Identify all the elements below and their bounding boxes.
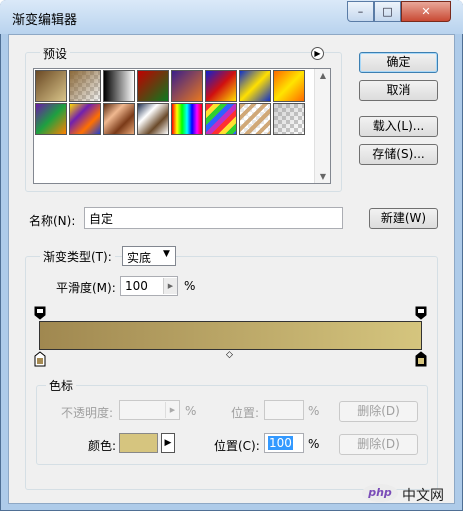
scroll-up-icon[interactable]: ▲ [315, 71, 331, 80]
load-button[interactable]: 载入(L)... [359, 116, 438, 137]
chevron-down-icon: ▼ [163, 249, 170, 259]
smoothness-stepper-icon[interactable]: ▶ [163, 278, 177, 294]
preset-swatch-violet-orange[interactable] [171, 70, 203, 102]
maximize-button[interactable]: □ [374, 1, 401, 22]
scroll-down-icon[interactable]: ▼ [315, 172, 331, 181]
watermark: php 中文网 [362, 480, 458, 508]
presets-menu-arrow-icon[interactable]: ▶ [311, 47, 324, 60]
delete-opacity-stop-button[interactable]: 删除(D) [339, 401, 418, 422]
watermark-brand: php [362, 484, 398, 502]
gradient-preview-bar[interactable] [39, 321, 422, 350]
preset-swatch-chrome[interactable] [137, 103, 169, 135]
presets-scrollbar[interactable]: ▲ ▼ [314, 69, 330, 183]
save-button[interactable]: 存储(S)... [359, 144, 438, 165]
smoothness-percent: % [184, 279, 196, 293]
ok-button[interactable]: 确定 [359, 52, 438, 73]
preset-swatch-neutral-density[interactable] [273, 103, 305, 135]
color-menu-arrow-icon[interactable]: ▶ [161, 433, 175, 453]
opacity-field[interactable]: ▶ [119, 400, 180, 420]
preset-swatch-violet-green-orange[interactable] [35, 103, 67, 135]
gradient-type-value: 实底 [127, 251, 152, 265]
minimize-button[interactable]: – [347, 1, 374, 22]
color-stop-end[interactable] [415, 351, 427, 370]
preset-swatch-black-white[interactable] [103, 70, 135, 102]
preset-swatch-blue-red-yellow[interactable] [205, 70, 237, 102]
preset-swatch-yellow-violet-orange-blue[interactable] [69, 103, 101, 135]
opacity-location-input[interactable] [264, 400, 304, 420]
opacity-label: 不透明度: [61, 406, 114, 420]
opacity-percent: % [185, 404, 197, 418]
preset-swatch-red-green[interactable] [137, 70, 169, 102]
preset-swatch-blue-yellow-blue[interactable] [239, 70, 271, 102]
color-location-input[interactable]: 100 [264, 433, 304, 453]
presets-list[interactable]: ▲ ▼ [33, 68, 331, 184]
preset-swatch-orange-yellow-orange[interactable] [273, 70, 305, 102]
name-input[interactable] [84, 207, 343, 229]
presets-label: 预设 [40, 45, 71, 62]
new-button[interactable]: 新建(W) [369, 208, 438, 229]
preset-swatch-copper[interactable] [103, 103, 135, 135]
preset-swatch-transparent-rainbow[interactable] [205, 103, 237, 135]
preset-swatch-foreground-to-background[interactable] [35, 70, 67, 102]
watermark-text: 中文网 [402, 488, 444, 504]
color-stop-start[interactable] [34, 351, 46, 370]
close-button[interactable]: ✕ [401, 1, 451, 22]
color-stops-label: 色标 [46, 377, 77, 394]
gradient-type-label: 渐变类型(T): [40, 248, 115, 265]
name-label: 名称(N): [29, 214, 76, 228]
preset-swatch-foreground-to-transparent[interactable] [69, 70, 101, 102]
opacity-location-percent: % [308, 404, 320, 418]
opacity-location-label: 位置: [231, 406, 260, 420]
smoothness-field[interactable]: 100 ▶ [120, 276, 178, 296]
color-location-percent: % [308, 437, 320, 451]
midpoint-diamond-icon[interactable]: ◇ [226, 350, 233, 360]
preset-swatch-transparent-stripes[interactable] [239, 103, 271, 135]
title-bar[interactable]: 渐变编辑器 – □ ✕ [0, 0, 463, 34]
preset-swatch-spectrum[interactable] [171, 103, 203, 135]
color-swatch[interactable] [119, 433, 158, 453]
delete-color-stop-button[interactable]: 删除(D) [339, 434, 418, 455]
window-title: 渐变编辑器 [12, 13, 78, 28]
smoothness-value: 100 [125, 279, 148, 293]
smoothness-label: 平滑度(M): [56, 281, 116, 295]
cancel-button[interactable]: 取消 [359, 80, 438, 101]
color-label: 颜色: [88, 439, 117, 453]
color-location-label: 位置(C): [214, 439, 260, 453]
opacity-stepper-icon[interactable]: ▶ [165, 402, 179, 418]
gradient-type-select[interactable]: 实底 ▼ [122, 246, 176, 266]
color-location-value: 100 [268, 436, 293, 450]
